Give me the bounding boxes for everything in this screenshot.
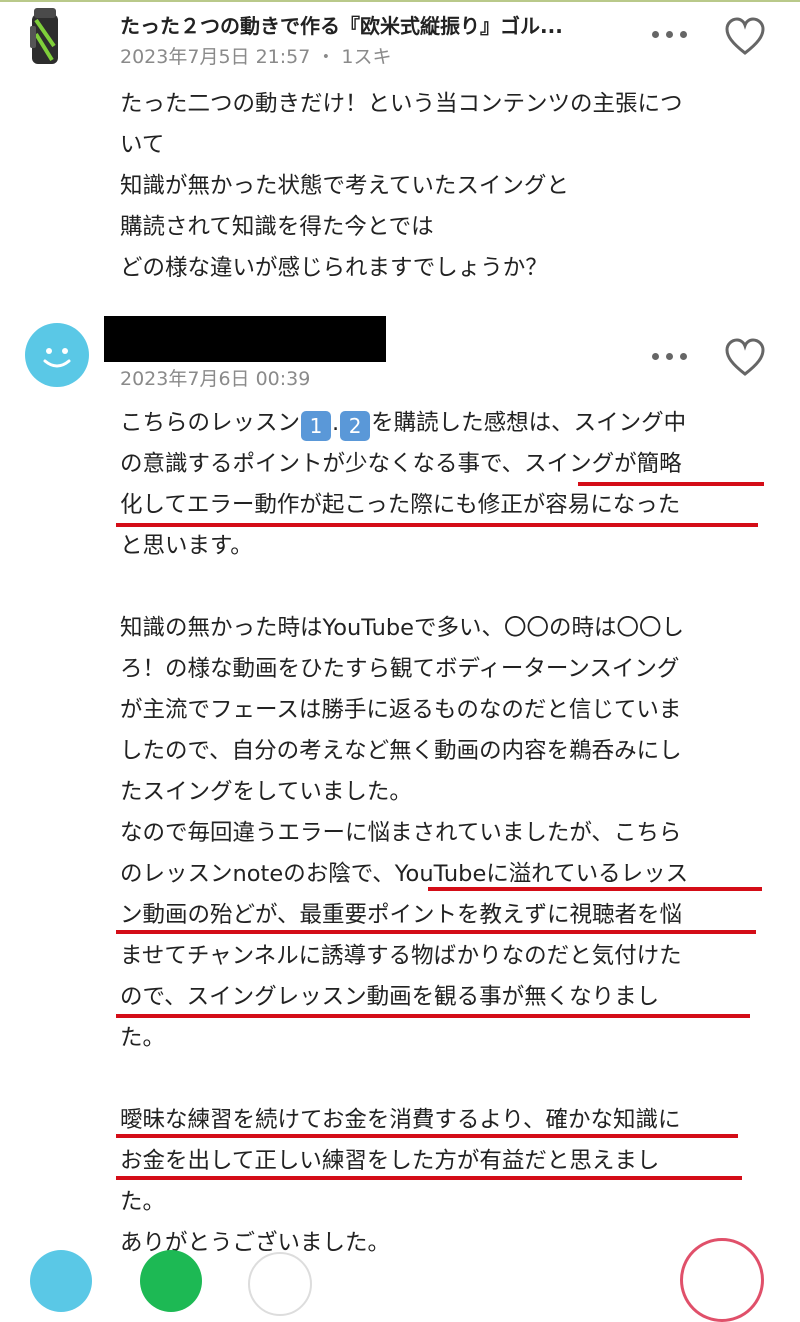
comment1-body: たった二つの動きだけ！という当コンテンツの主張につ いて 知識が無かった状態で考…: [120, 84, 683, 289]
comment-line: 化してエラー動作が起こった際にも修正が容易になった: [120, 492, 681, 518]
comment-line: の意識するポイントが少なくなる事で、スイングが簡略: [120, 451, 682, 477]
comment-text: .: [332, 410, 340, 436]
more-dots-icon[interactable]: [652, 24, 692, 44]
highlight-underline: [428, 887, 762, 891]
comment-line: ので、スイングレッスン動画を観る事が無くなりまし: [120, 984, 660, 1010]
highlight-underline: [116, 1134, 738, 1138]
highlight-underline: [116, 1014, 750, 1018]
comment-line: 知識の無かった時はYouTubeで多い、〇〇の時は〇〇し: [120, 615, 684, 641]
comment-line: [120, 567, 688, 608]
top-divider: [0, 0, 800, 2]
comment-text: を購読した感想は、スイング中: [371, 410, 687, 436]
comment-line: ませてチャンネルに誘導する物ばかりなのだと気付けた: [120, 943, 682, 969]
comment-line: た。: [120, 1025, 166, 1051]
comment-line: [120, 1059, 688, 1100]
comment-line: 購読されて知識を得た今とでは: [120, 214, 434, 240]
comment-line: と思います。: [120, 533, 253, 559]
comment-line: いて: [120, 132, 165, 158]
comment-line: なので毎回違うエラーに悩まされていましたが、こちら: [120, 820, 682, 846]
highlight-underline: [116, 1176, 742, 1180]
comment-line: が主流でフェースは勝手に返るものなのだと信じていま: [120, 697, 682, 723]
redacted-username: [104, 316, 386, 362]
comment-line: ありがとうございました。: [120, 1230, 391, 1256]
comment-line: どの様な違いが感じられますでしょうか？: [120, 255, 548, 281]
comment-line: たスイングをしていました。: [120, 779, 412, 805]
comment-line: た。: [120, 1189, 166, 1215]
comment-line: 知識が無かった状態で考えていたスイングと: [120, 173, 569, 199]
comment-line: たった二つの動きだけ！という当コンテンツの主張につ: [120, 91, 683, 117]
highlight-underline: [116, 523, 758, 527]
comment-date: 2023年7月6日 00:39: [120, 368, 311, 390]
comment-line: ろ！の様な動画をひたすら観てボディーターンスイング: [120, 656, 680, 682]
heart-icon[interactable]: [724, 338, 766, 378]
next-avatar[interactable]: [248, 1252, 312, 1316]
more-dots-icon[interactable]: [652, 346, 692, 366]
comment-text: こちらのレッスン: [120, 410, 301, 436]
next-avatar[interactable]: [30, 1250, 92, 1312]
comment-line: こちらのレッスン 1. 2 を購読した感想は、スイング中: [120, 403, 688, 444]
floating-action-button[interactable]: [680, 1238, 764, 1322]
heart-icon[interactable]: [724, 17, 766, 57]
golf-bag-avatar[interactable]: [22, 6, 68, 68]
comment-line: したので、自分の考えなど無く動画の内容を鵜呑みにし: [120, 738, 682, 764]
keycap-1-icon: 1: [301, 411, 332, 441]
article-title-link[interactable]: たった２つの動きで作る『欧米式縦振り』ゴル...: [120, 10, 563, 39]
keycap-2-icon: 2: [340, 411, 371, 441]
comment-meta: 2023年7月5日 21:57 ・ 1スキ: [120, 46, 392, 68]
highlight-underline: [578, 482, 764, 486]
smiley-avatar-icon[interactable]: [25, 323, 89, 387]
highlight-underline: [116, 930, 756, 934]
next-avatar[interactable]: [140, 1250, 202, 1312]
